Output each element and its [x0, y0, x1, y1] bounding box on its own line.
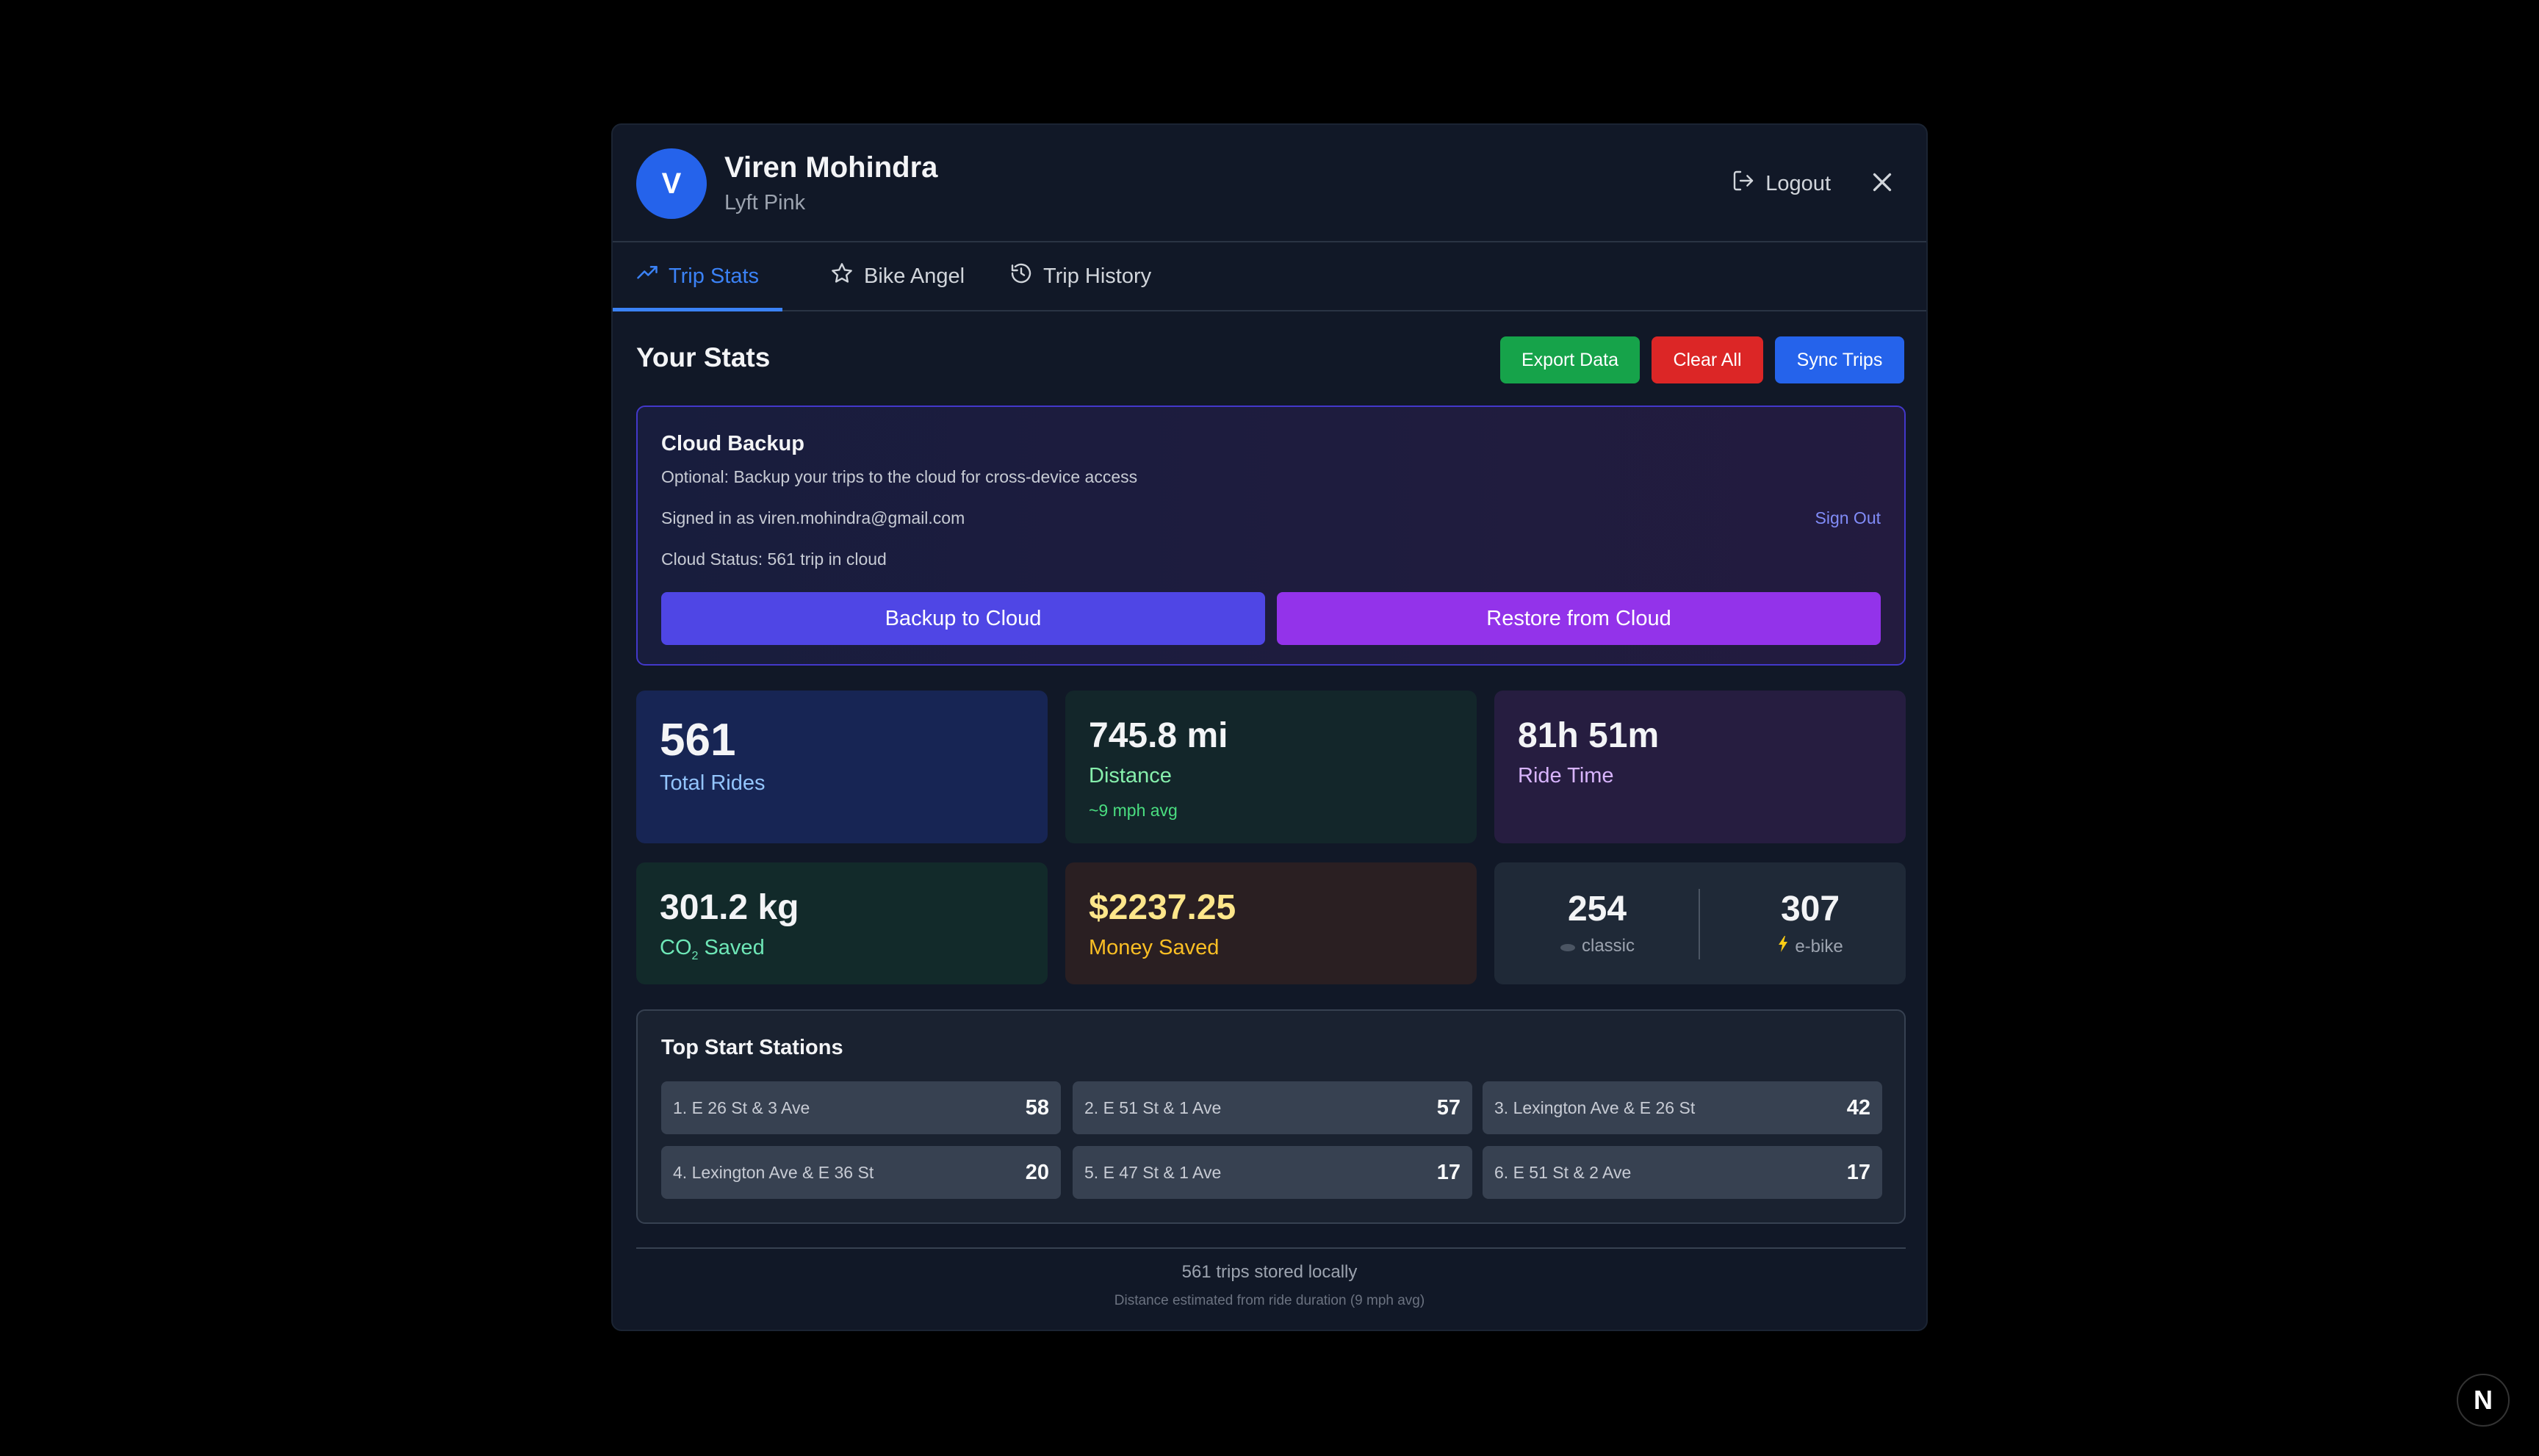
station-count: 20 [1025, 1160, 1049, 1184]
tab-label: Trip History [1043, 264, 1152, 288]
history-icon [1009, 262, 1033, 291]
station-count: 17 [1846, 1160, 1870, 1184]
stations-title: Top Start Stations [661, 1036, 843, 1059]
ebike-label: e-bike [1737, 936, 1884, 957]
total-rides-label: Total Rides [660, 771, 766, 795]
station-name: 6. E 51 St & 2 Ave [1494, 1162, 1632, 1182]
section-title: Your Stats [636, 342, 771, 372]
trending-up-icon [636, 262, 658, 290]
cloud-status-text: Cloud Status: 561 trip in cloud [661, 549, 887, 569]
sign-out-link[interactable]: Sign Out [1815, 508, 1881, 528]
classic-count: 254 [1567, 890, 1627, 929]
backup-to-cloud-button[interactable]: Backup to Cloud [661, 592, 1265, 645]
logout-button[interactable]: Logout [1732, 167, 1831, 200]
station-name: 2. E 51 St & 1 Ave [1084, 1098, 1222, 1117]
divider [1699, 889, 1700, 959]
tab-bar: Trip Stats Bike Angel Trip History [613, 242, 1926, 311]
cloud-backup-title: Cloud Backup [661, 432, 804, 455]
footer-divider [636, 1247, 1906, 1249]
station-name: 4. Lexington Ave & E 36 St [673, 1162, 874, 1182]
cloud-backup-panel: Cloud Backup Optional: Backup your trips… [636, 406, 1906, 666]
station-count: 17 [1436, 1160, 1461, 1184]
avatar: V [636, 148, 707, 219]
lightning-icon [1777, 936, 1789, 957]
station-count: 58 [1025, 1095, 1049, 1120]
modal-header: V Viren Mohindra Lyft Pink Logout [613, 125, 1926, 242]
profile-modal: V Viren Mohindra Lyft Pink Logout Trip S… [611, 123, 1928, 1331]
co2-saved-label: CO2 Saved [660, 936, 765, 962]
export-data-button[interactable]: Export Data [1500, 336, 1640, 383]
top-start-stations: Top Start Stations 1. E 26 St & 3 Ave 58… [636, 1009, 1906, 1224]
sync-trips-button[interactable]: Sync Trips [1775, 336, 1904, 383]
distance-card: 745.8 mi Distance ~9 mph avg [1065, 691, 1477, 843]
signed-in-text: Signed in as viren.mohindra@gmail.com [661, 508, 965, 527]
tab-label: Bike Angel [864, 264, 965, 288]
station-count: 57 [1436, 1095, 1461, 1120]
tab-trip-history[interactable]: Trip History [1009, 242, 1151, 310]
ebike-count: 307 [1780, 890, 1840, 929]
user-name: Viren Mohindra [724, 151, 938, 184]
close-icon [1869, 169, 1895, 199]
station-item[interactable]: 4. Lexington Ave & E 36 St 20 [661, 1146, 1061, 1199]
close-button[interactable] [1868, 169, 1897, 198]
station-name: 5. E 47 St & 1 Ave [1084, 1162, 1222, 1182]
tab-trip-stats[interactable]: Trip Stats [613, 242, 783, 311]
clear-all-button[interactable]: Clear All [1652, 336, 1763, 383]
trips-stored-text: 561 trips stored locally [1181, 1262, 1358, 1282]
money-saved-label: Money Saved [1089, 936, 1220, 959]
co2-saved-value: 301.2 kg [660, 888, 799, 927]
station-item[interactable]: 5. E 47 St & 1 Ave 17 [1073, 1146, 1472, 1199]
tab-bike-angel[interactable]: Bike Angel [830, 242, 965, 310]
station-item[interactable]: 1. E 26 St & 3 Ave 58 [661, 1081, 1061, 1134]
logout-icon [1732, 169, 1755, 198]
restore-from-cloud-button[interactable]: Restore from Cloud [1277, 592, 1881, 645]
cloud-backup-description: Optional: Backup your trips to the cloud… [661, 467, 1138, 486]
station-count: 42 [1846, 1095, 1870, 1120]
ride-time-value: 81h 51m [1518, 716, 1660, 755]
station-item[interactable]: 3. Lexington Ave & E 26 St 42 [1483, 1081, 1882, 1134]
logout-label: Logout [1765, 171, 1831, 195]
co2-saved-card: 301.2 kg CO2 Saved [636, 862, 1048, 984]
total-rides-value: 561 [660, 715, 736, 765]
bike-type-card: 254 classic 307 e-bike [1494, 862, 1906, 984]
distance-avg-speed: ~9 mph avg [1089, 801, 1178, 820]
money-saved-card: $2237.25 Money Saved [1065, 862, 1477, 984]
money-saved-value: $2237.25 [1089, 888, 1236, 927]
station-name: 1. E 26 St & 3 Ave [673, 1098, 810, 1117]
distance-note-text: Distance estimated from ride duration (9… [1114, 1293, 1425, 1308]
total-rides-card: 561 Total Rides [636, 691, 1048, 843]
distance-value: 745.8 mi [1089, 716, 1228, 755]
tab-label: Trip Stats [669, 264, 760, 288]
station-name: 3. Lexington Ave & E 26 St [1494, 1098, 1696, 1117]
star-icon [830, 262, 854, 291]
membership-tier: Lyft Pink [724, 191, 806, 215]
classic-label: classic [1524, 936, 1671, 956]
distance-label: Distance [1089, 764, 1172, 788]
nextjs-badge[interactable]: N [2457, 1374, 2510, 1427]
ride-time-card: 81h 51m Ride Time [1494, 691, 1906, 843]
station-item[interactable]: 6. E 51 St & 2 Ave 17 [1483, 1146, 1882, 1199]
ride-time-label: Ride Time [1518, 764, 1614, 788]
station-item[interactable]: 2. E 51 St & 1 Ave 57 [1073, 1081, 1472, 1134]
bike-icon [1560, 936, 1576, 956]
